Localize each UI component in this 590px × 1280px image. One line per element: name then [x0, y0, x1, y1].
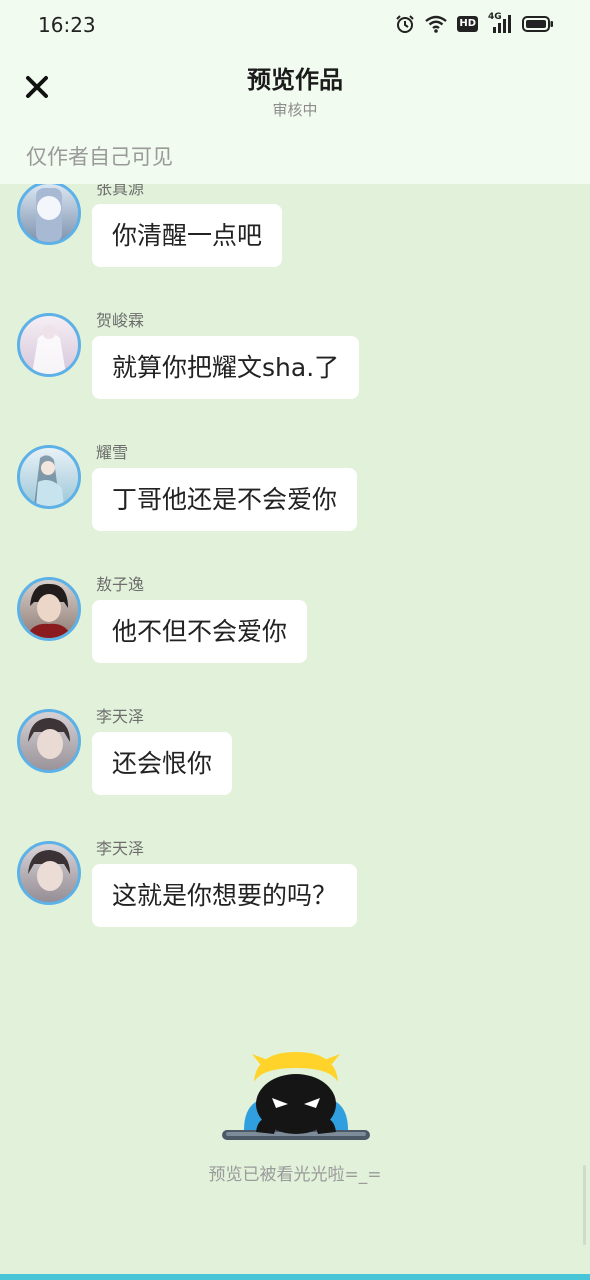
message-bubble: 你清醒一点吧 — [92, 204, 283, 267]
sender-name: 耀雪 — [96, 443, 129, 462]
mascot-illustration — [220, 1046, 372, 1150]
avatar[interactable] — [17, 184, 81, 245]
sender-name: 贺峻霖 — [96, 311, 145, 330]
avatar[interactable] — [17, 841, 81, 905]
chat-message: 贺峻霖 就算你把耀文sha.了 — [0, 311, 590, 423]
chat-message: 张真源 你清醒一点吧 — [0, 184, 590, 291]
sender-name: 敖子逸 — [96, 575, 145, 594]
cellular-4g-icon: 4G — [488, 12, 512, 33]
message-bubble: 还会恨你 — [92, 732, 233, 795]
message-bubble: 他不但不会爱你 — [92, 600, 308, 663]
message-bubble: 就算你把耀文sha.了 — [92, 336, 360, 399]
sender-name: 张真源 — [96, 184, 145, 198]
status-icons: HD 4G — [395, 12, 554, 34]
status-bar: 16:23 HD 4G — [0, 0, 590, 52]
sender-name: 李天泽 — [96, 707, 145, 726]
chat-message: 李天泽 这就是你想要的吗？ — [0, 839, 590, 951]
bottom-accent-strip — [0, 1274, 590, 1280]
battery-icon — [522, 15, 554, 33]
visibility-text: 仅作者自己可见 — [26, 145, 173, 169]
visibility-notice: 仅作者自己可见 — [0, 132, 590, 184]
nav-bar: 预览作品 审核中 — [0, 52, 590, 132]
message-bubble: 这就是你想要的吗？ — [92, 864, 358, 927]
avatar[interactable] — [17, 445, 81, 509]
review-status: 审核中 — [272, 101, 318, 119]
chat-list[interactable]: 张真源 你清醒一点吧 贺峻霖 就算你把耀文sha.了 耀雪 丁哥他还是不会爱你 … — [0, 184, 590, 1064]
hd-icon: HD — [457, 16, 478, 32]
chat-message: 李天泽 还会恨你 — [0, 707, 590, 819]
avatar[interactable] — [17, 709, 81, 773]
avatar[interactable] — [17, 313, 81, 377]
status-time: 16:23 — [38, 13, 96, 37]
message-bubble: 丁哥他还是不会爱你 — [92, 468, 358, 531]
avatar[interactable] — [17, 577, 81, 641]
end-of-preview-text: 预览已被看光光啦=_= — [208, 1165, 382, 1185]
alarm-icon — [395, 14, 415, 34]
scrollbar[interactable] — [583, 1165, 586, 1245]
chat-message: 敖子逸 他不但不会爱你 — [0, 575, 590, 687]
chat-message: 耀雪 丁哥他还是不会爱你 — [0, 443, 590, 555]
wifi-icon — [425, 15, 448, 33]
sender-name: 李天泽 — [96, 839, 145, 858]
page-title: 预览作品 — [247, 66, 343, 94]
